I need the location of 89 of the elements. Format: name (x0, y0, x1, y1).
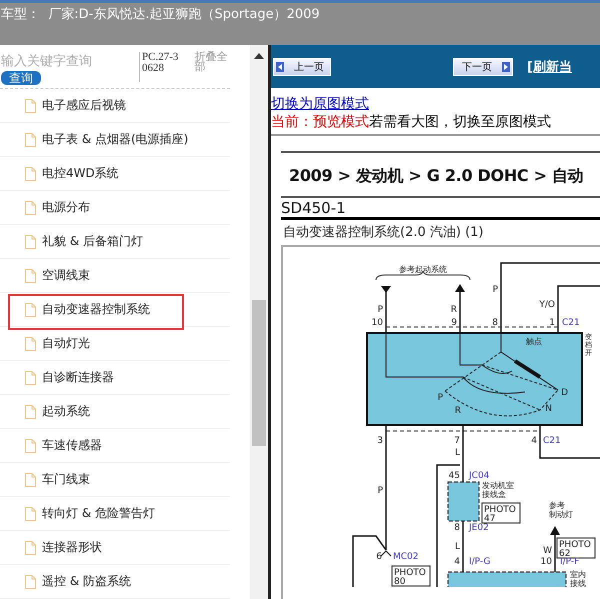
connector-label: MC02 (393, 552, 419, 562)
arrowhead (455, 284, 465, 292)
tree-item[interactable]: 自动变速器控制系统 (42, 301, 150, 318)
arrowhead (381, 286, 391, 293)
document-icon (25, 268, 36, 282)
pin-number: 10 (372, 318, 383, 328)
scroll-up-icon[interactable] (254, 53, 264, 59)
breadcrumb: 2009 > 发动机 > G 2.0 DOHC > 自动 (281, 151, 600, 198)
document-icon (25, 574, 36, 588)
scrollbar-thumb[interactable] (252, 300, 266, 446)
pin-number: 8 (454, 523, 460, 533)
wire-color-label: D (561, 388, 568, 398)
diagram-title: 自动变速器控制系统(2.0 汽油) (1) (282, 224, 484, 242)
pin-number: 4 (454, 557, 460, 567)
document-icon (25, 472, 36, 486)
pin-number: 45 (448, 471, 460, 481)
tree-item[interactable]: 转向灯 & 危险警告灯 (42, 505, 155, 522)
tree-item[interactable]: 自动灯光 (42, 335, 90, 352)
document-icon (25, 540, 36, 554)
photo-reference: PHOTO 47 (482, 502, 520, 524)
document-icon (25, 336, 36, 350)
photo-reference: PHOTO 62 (556, 538, 596, 559)
tree-item[interactable]: 礼貌 & 后备箱门灯 (42, 233, 143, 250)
pin-number: 8 (492, 318, 498, 328)
diagram-note: 室内 接线 (570, 570, 586, 587)
tree-item[interactable]: 连接器形状 (42, 539, 102, 556)
tree-item[interactable]: 空调线束 (42, 267, 90, 284)
pin-number: 6 (376, 552, 382, 562)
pin-number: 1 (549, 318, 555, 328)
mode-status: 当前：预览模式若需看大图，切换至原图模式 (271, 113, 600, 136)
tree-item[interactable]: 电子感应后视镜 (42, 97, 126, 114)
wire-color-label: P (438, 393, 443, 403)
photo-reference: PHOTO 80 (392, 566, 430, 587)
tree-item[interactable]: 电控4WD系统 (42, 165, 119, 182)
next-page-button[interactable]: 下一页 (453, 58, 513, 76)
connector-label: JC04 (469, 471, 490, 481)
wire-color-label: Y/O (539, 300, 555, 310)
pin-number: 9 (451, 318, 457, 328)
document-icon (25, 200, 36, 214)
wire-color-label: W (543, 546, 552, 556)
window-title: 车型： 厂家:D-东风悦达.起亚狮跑（Sportage）2009 (1, 6, 320, 23)
tree-item[interactable]: 起动系统 (42, 403, 90, 420)
connector-label: I/P-F (560, 557, 580, 567)
switch-mode-link[interactable]: 切换为原图模式 (271, 95, 600, 113)
wire-color-label: R (454, 406, 461, 416)
document-icon (25, 370, 36, 384)
pin-number: 7 (454, 436, 460, 446)
connector-label: JE02 (469, 523, 489, 533)
wire-color-label: P (492, 285, 498, 295)
tree-item[interactable]: 车速传感器 (42, 437, 102, 454)
document-icon (25, 506, 36, 520)
diagram-note: 参考 制动灯 (549, 501, 573, 519)
document-icon (25, 234, 36, 248)
refresh-link[interactable]: [刷新当 (527, 58, 572, 76)
diagram-note: 参考起动系统 (399, 265, 447, 274)
scrollbar[interactable] (250, 45, 268, 599)
left-arrow-icon (276, 62, 284, 72)
document-icon (25, 404, 36, 418)
document-icon (25, 132, 36, 146)
search-button[interactable]: 查询 (1, 71, 41, 85)
connector-label: I/P-G (469, 557, 490, 567)
document-icon (25, 302, 36, 316)
wire-color-label: L (454, 542, 460, 552)
connector-label: C21 (562, 318, 580, 328)
tree-item[interactable]: 电子表 & 点烟器(电源插座) (42, 131, 188, 148)
wire-color-label: P (378, 305, 383, 315)
connector-label: C21 (543, 436, 561, 446)
wire-color-label: R (450, 305, 457, 315)
document-icon (25, 438, 36, 452)
pin-number: 4 (531, 436, 537, 446)
arrowhead (550, 526, 560, 535)
prev-page-button[interactable]: 上一页 (273, 58, 331, 76)
pin-number: 3 (377, 436, 383, 446)
right-arrow-icon (502, 62, 510, 72)
diagram-note: 触点 (526, 337, 542, 346)
wire-color-label: L (454, 448, 460, 458)
document-icon (25, 98, 36, 112)
version-code: PC.27-30628 (139, 52, 183, 82)
tree-item[interactable]: 遥控 & 防盗系统 (42, 573, 131, 590)
diagram-note: 发动机室 接线盒 (482, 481, 514, 499)
wire-color-label: P (378, 486, 383, 496)
tree-item[interactable]: 电源分布 (42, 199, 90, 216)
pin-number: 10 (540, 557, 552, 567)
document-icon (25, 166, 36, 180)
wire-color-label: N (545, 404, 552, 414)
diagram-code: SD450-1 (281, 198, 600, 220)
tree-item[interactable]: 车门线束 (42, 471, 90, 488)
tree-item[interactable]: 自诊断连接器 (42, 369, 114, 386)
junction-box (448, 482, 480, 522)
